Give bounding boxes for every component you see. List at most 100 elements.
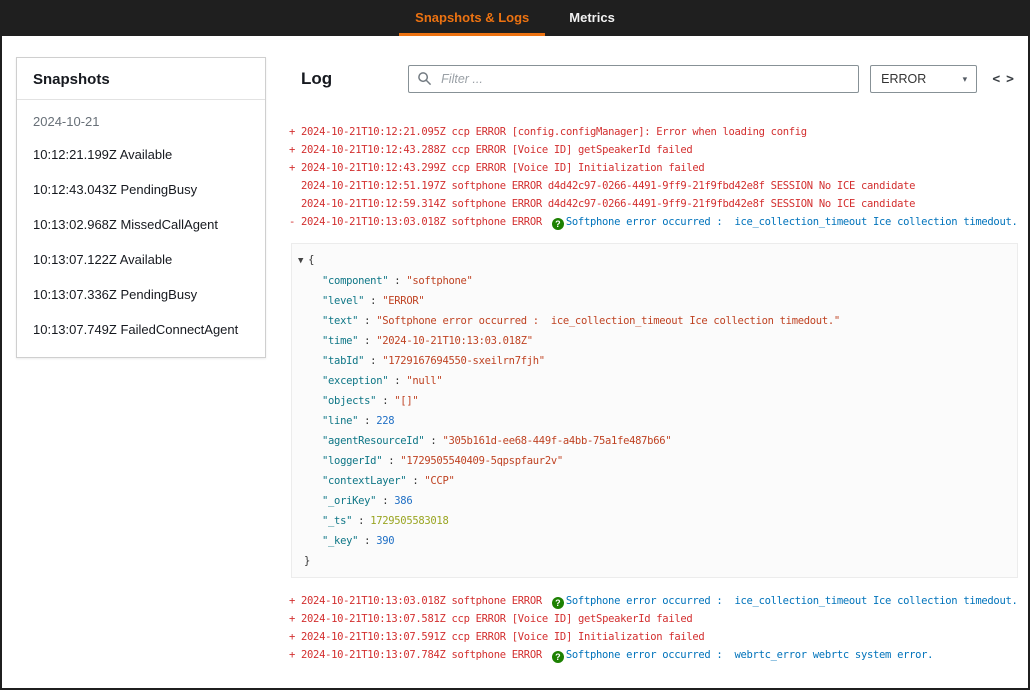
log-entry-highlight: Softphone error occurred : webrtc_error … <box>566 649 933 661</box>
log-entry-message: 2024-10-21T10:12:51.197Z softphone ERROR… <box>301 180 915 192</box>
snapshot-item[interactable]: 10:12:21.199Z Available <box>17 137 265 172</box>
log-entry[interactable]: +2024-10-21T10:13:07.784Z softphone ERRO… <box>289 646 1022 664</box>
snapshot-item[interactable]: 10:13:02.968Z MissedCallAgent <box>17 207 265 242</box>
log-entry-message: 2024-10-21T10:13:03.018Z softphone ERROR <box>301 595 548 607</box>
log-entry-expand-toggle[interactable]: + <box>289 123 301 141</box>
log-panel-title: Log <box>301 69 332 89</box>
log-entry-expand-toggle[interactable]: + <box>289 141 301 159</box>
log-body: +2024-10-21T10:12:21.095Z ccp ERROR [con… <box>285 93 1022 664</box>
json-field-key: "tabId" <box>322 355 364 367</box>
json-field: "level" : "ERROR" <box>298 291 1009 311</box>
tab-snapshots-and-logs[interactable]: Snapshots & Logs <box>399 2 545 36</box>
log-header: Log ERROR ▾ < > <box>285 57 1022 93</box>
tab-metrics[interactable]: Metrics <box>553 2 631 36</box>
log-entry-message: 2024-10-21T10:13:07.591Z ccp ERROR [Voic… <box>301 631 704 643</box>
chevron-left-icon[interactable]: < <box>992 72 1000 87</box>
log-entry-expand-toggle[interactable]: + <box>289 628 301 646</box>
json-field-value: "[]" <box>394 395 418 407</box>
log-entry-expand-toggle[interactable]: + <box>289 646 301 664</box>
snapshots-panel: Snapshots 2024-10-21 10:12:21.199Z Avail… <box>16 57 266 358</box>
top-navigation-bar: Snapshots & Logs Metrics <box>2 2 1028 36</box>
log-entry[interactable]: -2024-10-21T10:13:03.018Z softphone ERRO… <box>289 213 1022 231</box>
help-icon: ? <box>552 597 564 609</box>
json-field-value: 228 <box>376 415 394 427</box>
log-entry-expand-toggle[interactable]: - <box>289 213 301 231</box>
json-field: "line" : 228 <box>298 411 1009 431</box>
json-open-line: ▼{ <box>298 250 1009 271</box>
json-field: "objects" : "[]" <box>298 391 1009 411</box>
snapshot-item[interactable]: 10:13:07.336Z PendingBusy <box>17 277 265 312</box>
log-entry[interactable]: +2024-10-21T10:12:43.288Z ccp ERROR [Voi… <box>289 141 1022 159</box>
json-field: "_ts" : 1729505583018 <box>298 511 1009 531</box>
log-entry-expand-toggle[interactable] <box>289 195 301 213</box>
log-level-value: ERROR <box>881 72 926 86</box>
log-entry[interactable]: +2024-10-21T10:13:03.018Z softphone ERRO… <box>289 592 1022 610</box>
log-entry-message: 2024-10-21T10:12:21.095Z ccp ERROR [conf… <box>301 126 807 138</box>
json-field: "tabId" : "1729167694550-sxeilrn7fjh" <box>298 351 1009 371</box>
json-field: "_oriKey" : 386 <box>298 491 1009 511</box>
json-field-key: "agentResourceId" <box>322 435 424 447</box>
snapshots-panel-title: Snapshots <box>17 58 265 100</box>
json-field-key: "objects" <box>322 395 376 407</box>
log-entry-expand-toggle[interactable]: + <box>289 159 301 177</box>
log-entry-expand-toggle[interactable]: + <box>289 610 301 628</box>
json-field: "loggerId" : "1729505540409-5qpspfaur2v" <box>298 451 1009 471</box>
json-field-value: 390 <box>376 535 394 547</box>
chevron-right-icon[interactable]: > <box>1006 72 1014 87</box>
log-filter <box>408 65 859 93</box>
log-entry[interactable]: 2024-10-21T10:12:59.314Z softphone ERROR… <box>289 195 1022 213</box>
log-entry[interactable]: 2024-10-21T10:12:51.197Z softphone ERROR… <box>289 177 1022 195</box>
json-field-value: "1729505540409-5qpspfaur2v" <box>400 455 563 467</box>
log-entry-expand-toggle[interactable]: + <box>289 592 301 610</box>
log-entry[interactable]: +2024-10-21T10:13:07.581Z ccp ERROR [Voi… <box>289 610 1022 628</box>
json-field: "agentResourceId" : "305b161d-ee68-449f-… <box>298 431 1009 451</box>
json-field-value: "305b161d-ee68-449f-a4bb-75a1fe487b66" <box>442 435 671 447</box>
json-field-key: "_ts" <box>322 515 352 527</box>
chevron-down-icon: ▾ <box>963 74 968 85</box>
help-icon: ? <box>552 651 564 663</box>
log-filter-input[interactable] <box>408 65 859 93</box>
json-field-value: "1729167694550-sxeilrn7fjh" <box>382 355 545 367</box>
log-entries-bottom: +2024-10-21T10:13:03.018Z softphone ERRO… <box>289 588 1022 664</box>
log-panel: Log ERROR ▾ < > +2024-10-21T10:12:21.095… <box>285 57 1022 684</box>
log-entries-top: +2024-10-21T10:12:21.095Z ccp ERROR [con… <box>289 123 1022 231</box>
json-field-value: 1729505583018 <box>370 515 448 527</box>
json-field-value: "CCP" <box>424 475 454 487</box>
snapshot-item[interactable]: 10:12:43.043Z PendingBusy <box>17 172 265 207</box>
log-entry-message: 2024-10-21T10:12:59.314Z softphone ERROR… <box>301 198 915 210</box>
json-field-key: "exception" <box>322 375 388 387</box>
log-entry[interactable]: +2024-10-21T10:13:07.591Z ccp ERROR [Voi… <box>289 628 1022 646</box>
json-field-key: "component" <box>322 275 388 287</box>
log-entry-message: 2024-10-21T10:13:07.784Z softphone ERROR <box>301 649 548 661</box>
log-entry[interactable]: +2024-10-21T10:12:21.095Z ccp ERROR [con… <box>289 123 1022 141</box>
json-field: "time" : "2024-10-21T10:13:03.018Z" <box>298 331 1009 351</box>
json-field: "exception" : "null" <box>298 371 1009 391</box>
json-field-key: "line" <box>322 415 358 427</box>
json-close-brace: } <box>304 555 310 567</box>
log-entry[interactable]: +2024-10-21T10:12:43.299Z ccp ERROR [Voi… <box>289 159 1022 177</box>
json-field: "_key" : 390 <box>298 531 1009 551</box>
snapshot-item[interactable]: 10:13:07.749Z FailedConnectAgent <box>17 312 265 347</box>
json-field: "text" : "Softphone error occurred : ice… <box>298 311 1009 331</box>
json-field: "component" : "softphone" <box>298 271 1009 291</box>
log-level-dropdown[interactable]: ERROR ▾ <box>870 65 977 93</box>
json-field-value: 386 <box>394 495 412 507</box>
json-field-key: "_key" <box>322 535 358 547</box>
snapshot-item[interactable]: 10:13:07.122Z Available <box>17 242 265 277</box>
collapse-triangle-icon[interactable]: ▼ <box>298 256 303 266</box>
json-field-value: "2024-10-21T10:13:03.018Z" <box>376 335 533 347</box>
app-window: Snapshots & Logs Metrics Snapshots 2024-… <box>0 0 1030 690</box>
panel-collapse-control[interactable]: < > <box>992 72 1020 87</box>
json-field-key: "time" <box>322 335 358 347</box>
log-entry-message: 2024-10-21T10:12:43.299Z ccp ERROR [Voic… <box>301 162 704 174</box>
json-field-value: "ERROR" <box>382 295 424 307</box>
json-field-value: "null" <box>406 375 442 387</box>
json-field-key: "loggerId" <box>322 455 382 467</box>
log-entry-message: 2024-10-21T10:13:03.018Z softphone ERROR <box>301 216 548 228</box>
snapshot-list: 10:12:21.199Z Available10:12:43.043Z Pen… <box>17 137 265 347</box>
json-open-brace: { <box>308 254 314 266</box>
snapshots-date-header: 2024-10-21 <box>17 100 265 137</box>
log-entry-highlight: Softphone error occurred : ice_collectio… <box>566 595 1018 607</box>
log-entry-detail-json: ▼{ "component" : "softphone""level" : "E… <box>291 243 1018 578</box>
log-entry-expand-toggle[interactable] <box>289 177 301 195</box>
